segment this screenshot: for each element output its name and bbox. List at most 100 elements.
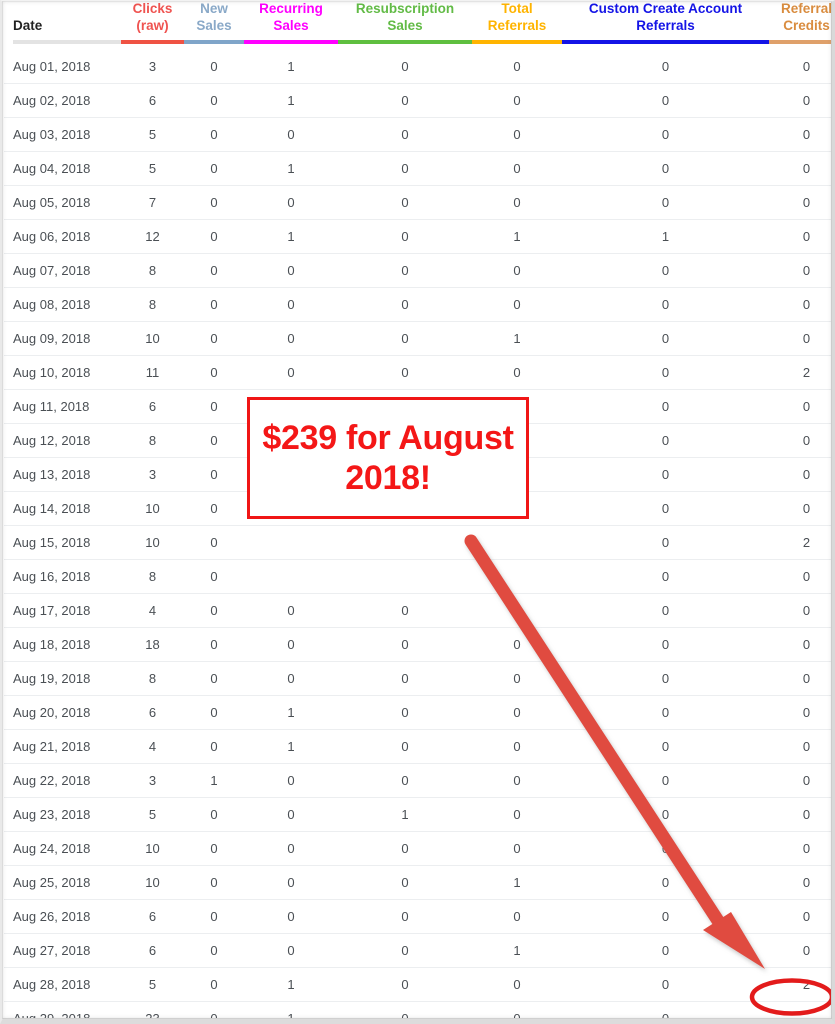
cell-new: 0 (210, 59, 218, 74)
cell-recur: 1 (244, 967, 338, 1002)
column-header-new-sales[interactable]: New Sales (184, 0, 244, 50)
cell-clicks: 6 (121, 83, 184, 118)
cell-refcred: 0 (769, 559, 835, 594)
cell-totref: 0 (472, 763, 562, 798)
cell-resub: 0 (338, 355, 472, 390)
cell-totref: 0 (472, 83, 562, 118)
cell-resub: 0 (338, 1001, 472, 1024)
cell-new: 0 (184, 423, 244, 458)
cell-clicks: 5 (121, 797, 184, 832)
cell-resub: 0 (338, 83, 472, 118)
column-header-custom-create-account-referrals-line1: Custom Create Account (588, 1, 743, 16)
table-row: Aug 18, 2018180000000 (4, 627, 835, 662)
column-header-total-referrals-line2: Referrals (487, 18, 547, 33)
cell-date: Aug 01, 2018 (13, 59, 91, 74)
cell-recur: 1 (287, 59, 295, 74)
cell-totref: 1 (472, 865, 562, 900)
cell-new: 0 (184, 525, 244, 560)
cell-totref: 0 (472, 831, 562, 866)
cell-date: Aug 17, 2018 (4, 593, 121, 628)
table-body: Aug 01, 20183010000$23.50Aug 02, 2018601… (4, 50, 835, 1024)
cell-clicks: 8 (121, 253, 184, 288)
column-header-clicks-line1: Clicks (132, 1, 173, 16)
cell-recur: 0 (244, 763, 338, 798)
cell-totref: 0 (472, 151, 562, 186)
cell-resub: 0 (338, 695, 472, 730)
cell-custom: 0 (562, 321, 769, 356)
cell-clicks: 3 (148, 59, 157, 74)
cell-custom: 0 (562, 865, 769, 900)
cell-resub (338, 559, 472, 594)
cell-custom: 0 (562, 423, 769, 458)
cell-refcred: 0 (769, 491, 835, 526)
column-header-date[interactable]: Date (4, 0, 121, 50)
cell-date: Aug 09, 2018 (4, 321, 121, 356)
cell-custom: 0 (562, 661, 769, 696)
cell-refcred: 0 (802, 59, 811, 74)
cell-date: Aug 03, 2018 (4, 117, 121, 152)
table-header-row: Date Clicks (raw) New Sales Recurring Sa… (4, 0, 835, 50)
column-header-clicks[interactable]: Clicks (raw) (121, 0, 184, 50)
cell-refcred: 0 (769, 287, 835, 322)
cell-new: 0 (184, 865, 244, 900)
cell-resub (338, 525, 472, 560)
cell-resub: 1 (338, 797, 472, 832)
table-row: Aug 04, 20185010000$14.00 (4, 151, 835, 186)
column-underline-recurring-sales (244, 40, 338, 44)
column-header-custom-create-account-referrals[interactable]: Custom Create Account Referrals (562, 0, 769, 50)
cell-totref: 1 (472, 933, 562, 968)
column-header-referral-credits-line2: Credits (783, 18, 830, 33)
cell-resub: 0 (338, 865, 472, 900)
column-header-recurring-sales[interactable]: Recurring Sales (244, 0, 338, 50)
cell-refcred: 0 (769, 899, 835, 934)
cell-totref: 1 (472, 321, 562, 356)
cell-custom: 0 (562, 933, 769, 968)
cell-totref: 0 (472, 797, 562, 832)
cell-custom: 0 (562, 457, 769, 492)
cell-date: Aug 25, 2018 (4, 865, 121, 900)
cell-recur: 1 (244, 1001, 338, 1024)
cell-date: Aug 02, 2018 (4, 83, 121, 118)
cell-new: 0 (184, 559, 244, 594)
cell-new: 0 (184, 729, 244, 764)
cell-clicks: 10 (121, 321, 184, 356)
cell-new: 1 (184, 763, 244, 798)
cell-new: 0 (184, 491, 244, 526)
table-row: Aug 16, 201880000 (4, 559, 835, 594)
callout-box[interactable]: $239 for August 2018! (247, 397, 529, 519)
cell-totref: 0 (472, 1001, 562, 1024)
cell-recur: 0 (244, 899, 338, 934)
cell-new: 0 (184, 389, 244, 424)
cell-custom: 0 (562, 695, 769, 730)
cell-custom: 0 (562, 287, 769, 322)
table-row: Aug 28, 20185010002$14.00 (4, 967, 835, 1002)
cell-custom: 0 (562, 83, 769, 118)
cell-resub: 0 (338, 967, 472, 1002)
cell-resub: 0 (338, 763, 472, 798)
table-row: Aug 10, 2018110000020 (4, 355, 835, 390)
cell-clicks: 18 (121, 627, 184, 662)
cell-new: 0 (184, 253, 244, 288)
column-header-total-referrals[interactable]: Total Referrals (472, 0, 562, 50)
column-underline-referral-credits (769, 40, 835, 44)
cell-refcred: 2 (769, 355, 835, 390)
cell-new: 0 (184, 151, 244, 186)
cell-totref: 0 (472, 253, 562, 288)
cell-custom: 0 (562, 899, 769, 934)
cell-date: Aug 06, 2018 (4, 219, 121, 254)
cell-date: Aug 14, 2018 (4, 491, 121, 526)
cell-clicks: 5 (121, 117, 184, 152)
cell-new: 0 (184, 627, 244, 662)
cell-clicks: 3 (121, 457, 184, 492)
cell-resub: 0 (338, 933, 472, 968)
table-row: Aug 26, 201860000000 (4, 899, 835, 934)
cell-totref: 0 (472, 627, 562, 662)
cell-new: 0 (184, 933, 244, 968)
column-header-referral-credits[interactable]: Referral Credits (769, 0, 835, 50)
column-header-resubscription-sales[interactable]: Resubscription Sales (338, 0, 472, 50)
column-underline-resubscription-sales (338, 40, 472, 44)
cell-recur: 0 (244, 355, 338, 390)
cell-new: 0 (184, 831, 244, 866)
column-header-clicks-line2: (raw) (136, 18, 169, 33)
cell-custom: 0 (562, 763, 769, 798)
